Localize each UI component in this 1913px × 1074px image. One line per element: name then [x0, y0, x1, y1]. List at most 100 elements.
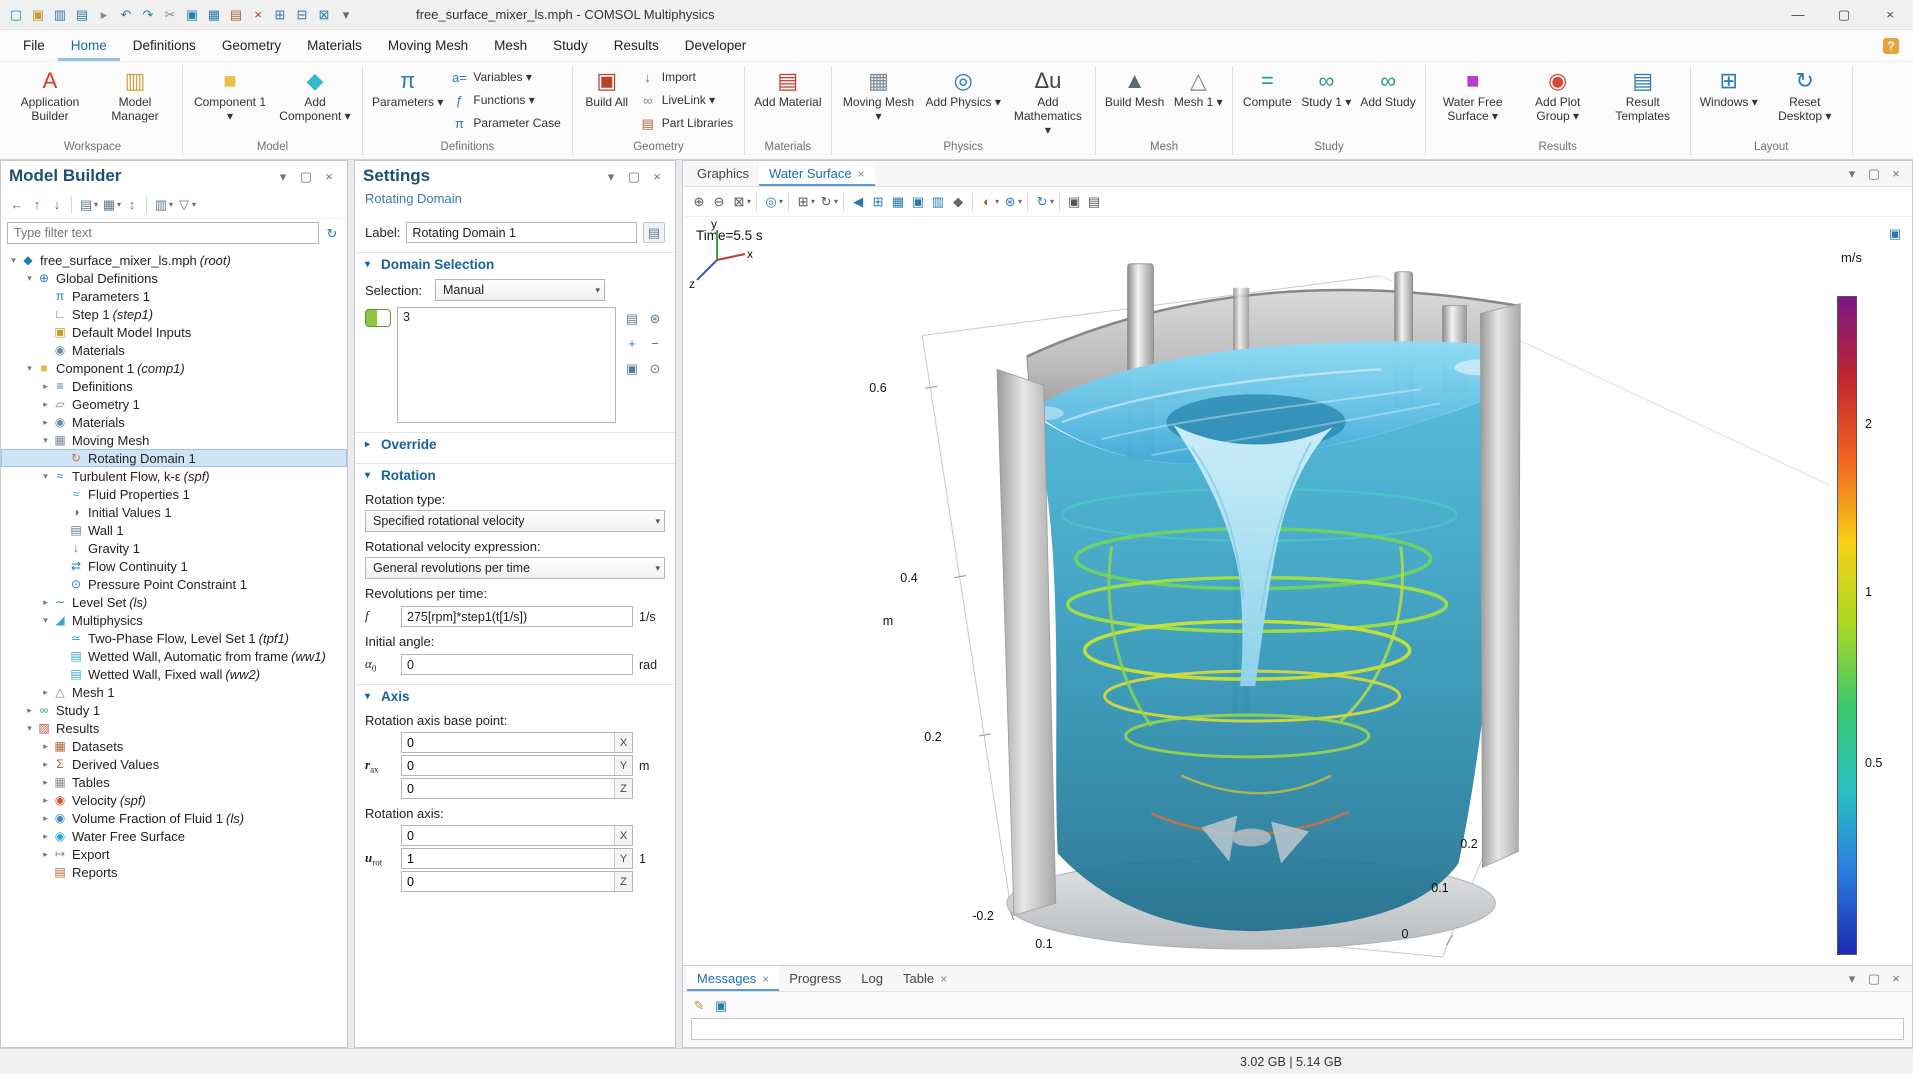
- panel-menu-icon[interactable]: ▾: [601, 165, 621, 187]
- snapshot-icon[interactable]: ▣: [1064, 191, 1084, 213]
- tree-node-default-model-inputs[interactable]: ▣Default Model Inputs: [1, 323, 347, 341]
- tree-node-datasets[interactable]: ▸▦Datasets: [1, 737, 347, 755]
- close-panel-icon[interactable]: ×: [647, 165, 667, 187]
- tree-node-geometry-1[interactable]: ▸▱Geometry 1: [1, 395, 347, 413]
- appearance-icon[interactable]: ◐▾: [977, 191, 1000, 213]
- zoom-in-icon[interactable]: ⊕: [689, 191, 709, 213]
- label-input[interactable]: [406, 222, 637, 243]
- panel-menu-icon[interactable]: ▾: [1842, 163, 1862, 185]
- add-selection-icon[interactable]: +: [622, 332, 642, 354]
- ribbon-button-parameter-case[interactable]: πParameter Case: [448, 112, 566, 134]
- ribbon-button-add-plot-group[interactable]: ◉Add Plot Group ▾: [1516, 64, 1600, 125]
- tree-node-wetted-wall-fixed-wall[interactable]: ▤Wetted Wall, Fixed wall(ww2): [1, 665, 347, 683]
- more-commands-icon[interactable]: ▾: [336, 4, 356, 26]
- zoom-extents-icon[interactable]: ⊠▾: [729, 191, 752, 213]
- tree-node-tables[interactable]: ▸▦Tables: [1, 773, 347, 791]
- expander-icon[interactable]: ▸: [39, 687, 52, 698]
- section-override[interactable]: ▸ Override: [355, 432, 675, 454]
- plot-matrix-icon[interactable]: ⊠: [314, 4, 334, 26]
- expander-icon[interactable]: ▸: [39, 813, 52, 824]
- expander-icon[interactable]: ▸: [39, 381, 52, 392]
- close-panel-icon[interactable]: ×: [1886, 968, 1906, 990]
- expander-icon[interactable]: ▸: [39, 777, 52, 788]
- tree-node-volume-fraction-of-fluid-1[interactable]: ▸◉Volume Fraction of Fluid 1(ls): [1, 809, 347, 827]
- insert-table-icon[interactable]: ⊞: [270, 4, 290, 26]
- float-panel-icon[interactable]: ▢: [624, 165, 644, 187]
- tree-node-component-1[interactable]: ▾■Component 1(comp1): [1, 359, 347, 377]
- maximize-button[interactable]: ▢: [1821, 0, 1867, 30]
- scene-settings-icon[interactable]: ⊛▾: [1000, 191, 1023, 213]
- expander-icon[interactable]: ▸: [39, 417, 52, 428]
- expander-icon[interactable]: ▾: [39, 615, 52, 626]
- tree-filter-input[interactable]: [7, 222, 319, 244]
- tree-node-water-free-surface[interactable]: ▸◉Water Free Surface: [1, 827, 347, 845]
- menu-geometry[interactable]: Geometry: [209, 30, 294, 61]
- rotation-axis-y-input[interactable]: [402, 849, 614, 868]
- annotate-icon[interactable]: ✎: [689, 994, 709, 1016]
- tree-node-moving-mesh[interactable]: ▾▦Moving Mesh: [1, 431, 347, 449]
- tree-node-turbulent-flow-k[interactable]: ▾≈Turbulent Flow, k-ε(spf): [1, 467, 347, 485]
- ribbon-button-livelink[interactable]: ∞LiveLink ▾: [637, 89, 739, 111]
- expander-icon[interactable]: ▾: [23, 723, 36, 734]
- copy-icon[interactable]: ▣: [182, 4, 202, 26]
- ribbon-button-add-study[interactable]: ∞Add Study: [1356, 64, 1419, 111]
- paste-selection-icon[interactable]: ▤: [622, 307, 642, 329]
- settings-node-type-link[interactable]: Rotating Domain: [355, 191, 675, 210]
- ribbon-button-import[interactable]: ↓Import: [637, 66, 739, 88]
- menu-moving-mesh[interactable]: Moving Mesh: [375, 30, 481, 61]
- minimize-button[interactable]: —: [1775, 0, 1821, 30]
- create-selection-icon[interactable]: ⊛: [645, 307, 665, 329]
- menu-developer[interactable]: Developer: [672, 30, 760, 61]
- ribbon-button-study-1[interactable]: ∞Study 1 ▾: [1297, 64, 1355, 111]
- expander-icon[interactable]: ▸: [23, 705, 36, 716]
- rot-vel-dropdown[interactable]: General revolutions per time ▾: [365, 557, 665, 579]
- menu-home[interactable]: Home: [58, 30, 120, 61]
- tree-node-reports[interactable]: ▤Reports: [1, 863, 347, 881]
- tree-node-wall-1[interactable]: ▤Wall 1: [1, 521, 347, 539]
- cut-icon[interactable]: ✂: [160, 4, 180, 26]
- save-as-icon[interactable]: ▤: [72, 4, 92, 26]
- table-window-icon[interactable]: ▦: [888, 191, 908, 213]
- play-sound-icon[interactable]: ◀: [848, 191, 868, 213]
- messages-tab-progress[interactable]: Progress: [779, 966, 851, 991]
- expander-icon[interactable]: ▸: [39, 849, 52, 860]
- ribbon-button-component-1[interactable]: ■Component 1 ▾: [188, 64, 272, 125]
- tree-node-velocity[interactable]: ▸◉Velocity(spf): [1, 791, 347, 809]
- selection-list-item[interactable]: 3: [403, 310, 610, 324]
- nav-up-icon[interactable]: ↑: [27, 194, 47, 216]
- menu-materials[interactable]: Materials: [294, 30, 375, 61]
- tree-node-parameters-1[interactable]: πParameters 1: [1, 287, 347, 305]
- menu-file[interactable]: File: [10, 30, 58, 61]
- close-panel-icon[interactable]: ×: [319, 165, 339, 187]
- ribbon-button-moving-mesh[interactable]: ▦Moving Mesh ▾: [837, 64, 921, 125]
- tree-node-materials[interactable]: ◉Materials: [1, 341, 347, 359]
- tree-node-free-surface-mixer-ls-mph[interactable]: ▾◆free_surface_mixer_ls.mph(root): [1, 251, 347, 269]
- selection-mode-dropdown[interactable]: Manual ▾: [435, 279, 605, 301]
- expander-icon[interactable]: ▾: [23, 363, 36, 374]
- ribbon-button-add-component[interactable]: ◆Add Component ▾: [273, 64, 357, 125]
- messages-tab-log[interactable]: Log: [851, 966, 893, 991]
- ribbon-button-application-builder[interactable]: AApplication Builder: [8, 64, 92, 125]
- ribbon-button-reset-desktop[interactable]: ↻Reset Desktop ▾: [1763, 64, 1847, 125]
- tree-node-mesh-1[interactable]: ▸△Mesh 1: [1, 683, 347, 701]
- panel-menu-icon[interactable]: ▾: [1842, 968, 1862, 990]
- tree-node-pressure-point-constraint-1[interactable]: ⊙Pressure Point Constraint 1: [1, 575, 347, 593]
- ribbon-button-build-mesh[interactable]: ▲Build Mesh: [1101, 64, 1168, 111]
- run-icon[interactable]: ▸: [94, 4, 114, 26]
- base-point-z-input[interactable]: [402, 779, 614, 798]
- tree-node-global-definitions[interactable]: ▾⊕Global Definitions: [1, 269, 347, 287]
- menu-results[interactable]: Results: [601, 30, 672, 61]
- expander-icon[interactable]: ▸: [39, 741, 52, 752]
- window-tile-icon[interactable]: ⊞: [868, 191, 888, 213]
- ribbon-button-build-all[interactable]: ▣Build All: [578, 64, 636, 111]
- nav-down-icon[interactable]: ↓: [47, 194, 67, 216]
- expander-icon[interactable]: ▾: [7, 255, 20, 266]
- base-point-x-input[interactable]: [402, 733, 614, 752]
- lock-view-icon[interactable]: ◆: [948, 191, 968, 213]
- expander-icon[interactable]: ▾: [39, 435, 52, 446]
- plot-in-window-icon[interactable]: ▥: [928, 191, 948, 213]
- go-to-default-view-icon[interactable]: ◎▾: [761, 191, 784, 213]
- close-button[interactable]: ×: [1867, 0, 1913, 30]
- ribbon-button-compute[interactable]: =Compute: [1238, 64, 1296, 111]
- expander-icon[interactable]: ▾: [39, 471, 52, 482]
